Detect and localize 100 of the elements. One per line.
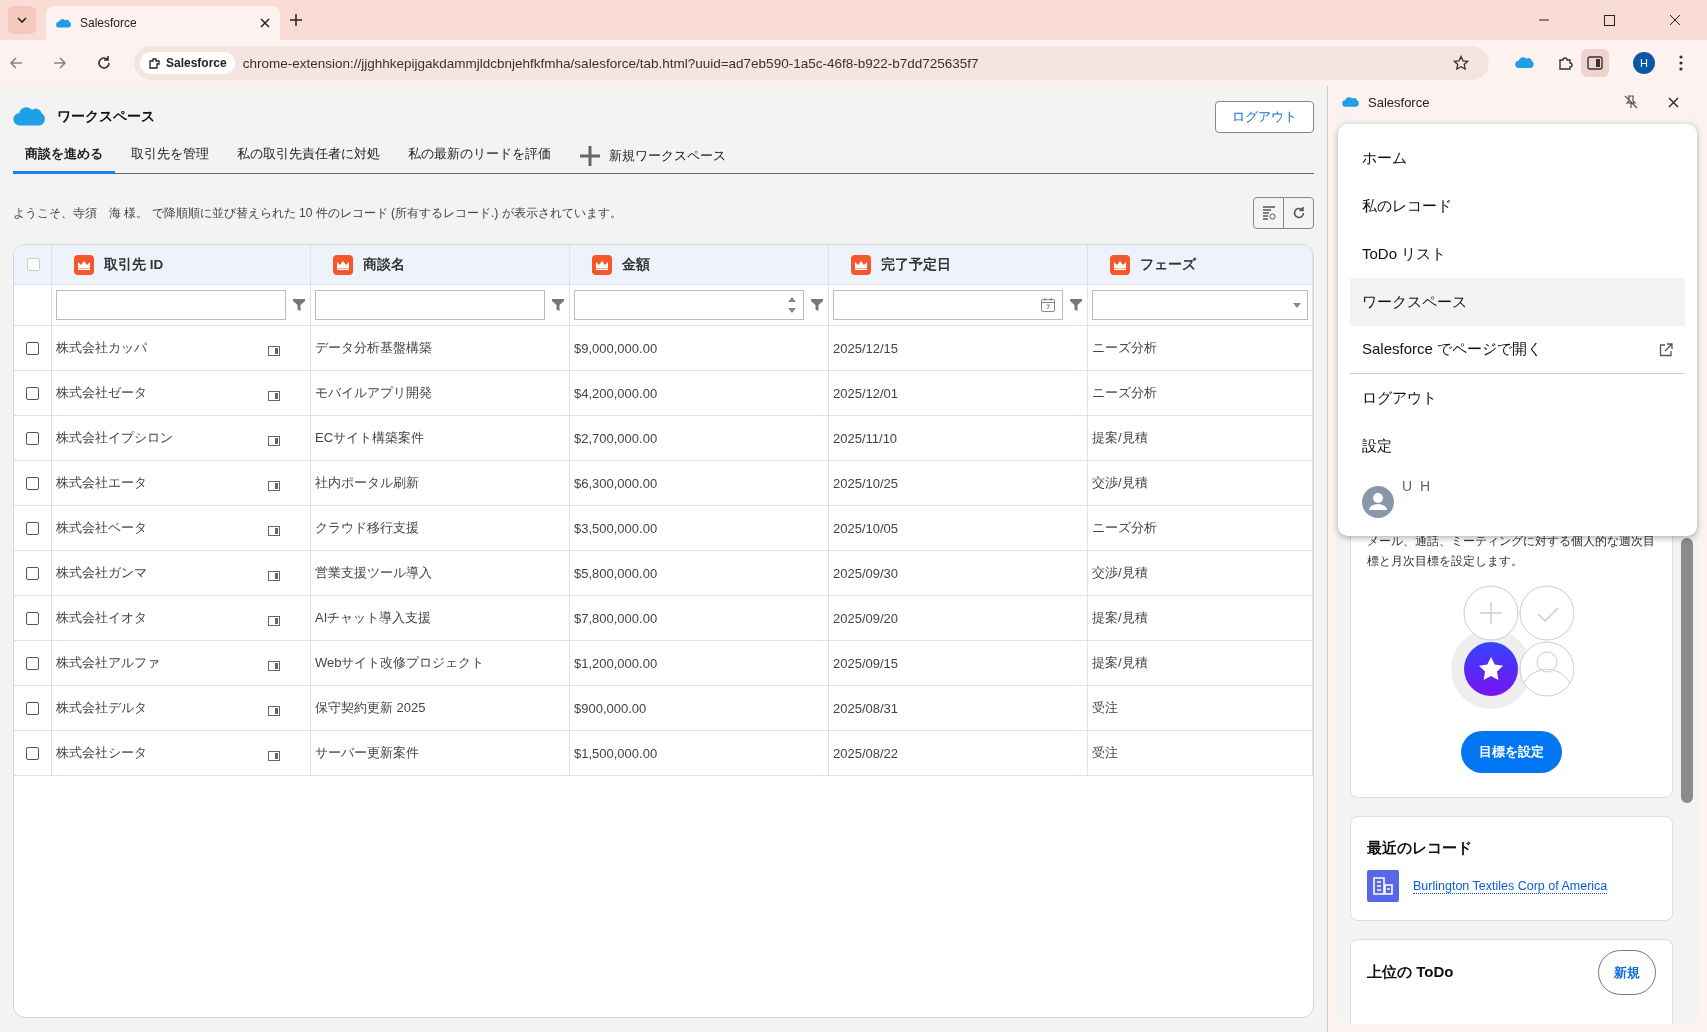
- star-icon[interactable]: [1453, 55, 1469, 71]
- table-cell: $1,500,000.00: [574, 745, 658, 761]
- table-cell: 2025/10/05: [833, 520, 899, 536]
- row-checkbox[interactable]: [26, 521, 39, 535]
- row-checkbox[interactable]: [26, 476, 39, 490]
- table-cell: 株式会社エータ: [56, 474, 147, 492]
- record-link[interactable]: Burlington Textiles Corp of America: [1413, 878, 1608, 894]
- menu-item[interactable]: ログアウト: [1350, 374, 1685, 422]
- maximize-icon[interactable]: [1604, 14, 1615, 26]
- menu-item[interactable]: 私のレコード: [1350, 182, 1685, 230]
- filter-input[interactable]: [315, 290, 545, 320]
- site-chip[interactable]: Salesforce: [140, 52, 235, 74]
- column-settings-button[interactable]: [1253, 197, 1284, 229]
- menu-item[interactable]: ToDo リスト: [1350, 230, 1685, 278]
- tab-list-button[interactable]: [8, 6, 36, 34]
- table-cell: 受注: [1092, 744, 1118, 762]
- row-checkbox[interactable]: [26, 386, 39, 400]
- column-header[interactable]: 取引先 ID: [52, 245, 311, 285]
- profile-avatar[interactable]: H: [1633, 52, 1655, 74]
- table-cell: ECサイト構築案件: [315, 429, 425, 447]
- new-todo-button[interactable]: 新規: [1598, 950, 1656, 995]
- table-cell: $2,700,000.00: [574, 430, 658, 446]
- logout-button[interactable]: ログアウト: [1215, 101, 1314, 133]
- close-icon[interactable]: [260, 18, 270, 28]
- preview-icon[interactable]: [268, 481, 280, 491]
- cloud-logo-icon: [1342, 95, 1360, 109]
- workspace-tab[interactable]: 私の最新のリードを評価: [396, 145, 563, 174]
- row-checkbox[interactable]: [26, 746, 39, 760]
- preview-icon[interactable]: [268, 706, 280, 716]
- preview-icon[interactable]: [268, 616, 280, 626]
- set-goals-button[interactable]: 目標を設定: [1461, 731, 1562, 773]
- filter-icon[interactable]: [292, 298, 306, 312]
- scrollbar-thumb[interactable]: [1681, 538, 1693, 803]
- dropdown-caret-icon[interactable]: [1293, 302, 1301, 308]
- forward-icon[interactable]: [52, 55, 68, 71]
- menu-item[interactable]: ワークスペース: [1350, 278, 1685, 326]
- table-cell: Webサイト改修プロジェクト: [315, 654, 485, 672]
- back-icon[interactable]: [8, 55, 24, 71]
- filter-icon[interactable]: [1069, 298, 1083, 312]
- preview-icon[interactable]: [268, 526, 280, 536]
- panel-title: Salesforce: [1368, 94, 1430, 110]
- crown-icon: [851, 254, 871, 275]
- row-checkbox[interactable]: [26, 431, 39, 445]
- close-icon[interactable]: [1669, 14, 1681, 26]
- column-header[interactable]: 商談名: [311, 245, 570, 285]
- refresh-icon: [1291, 206, 1306, 220]
- column-header[interactable]: 金額: [570, 245, 829, 285]
- table-cell: $5,800,000.00: [574, 565, 658, 581]
- unpin-icon[interactable]: [1624, 95, 1638, 109]
- refresh-button[interactable]: [1283, 197, 1314, 229]
- filter-icon[interactable]: [810, 298, 824, 312]
- date-filter-input[interactable]: [833, 290, 1063, 320]
- url-text: chrome-extension://jjghhkepijgakdammjldcbnjehfkfmha/salesforce/tab.html?uuid=ad7eb590-1a5c-46f8-b922-b7dd725635f7: [242, 55, 979, 71]
- crown-icon: [333, 254, 353, 275]
- address-bar[interactable]: Salesforce chrome-extension://jjghhkepijgakdammjldcbnjehfkfmha/salesforce/tab.html?uuid=ad7eb590-1a5c-46f8-b922-b7dd725635f7: [134, 46, 1489, 80]
- select-all-checkbox[interactable]: [27, 258, 40, 271]
- preview-icon[interactable]: [268, 346, 280, 356]
- new-tab-icon[interactable]: [290, 14, 302, 26]
- table-cell: 社内ポータル刷新: [315, 474, 419, 492]
- chevron-down-icon[interactable]: [17, 17, 27, 23]
- row-checkbox[interactable]: [26, 341, 39, 355]
- workspace-tab[interactable]: 取引先を管理: [119, 145, 221, 174]
- menu-item[interactable]: ホーム: [1350, 134, 1685, 182]
- browser-tab[interactable]: Salesforce: [46, 6, 280, 40]
- preview-icon[interactable]: [268, 571, 280, 581]
- preview-icon[interactable]: [268, 751, 280, 761]
- close-icon[interactable]: [1668, 96, 1679, 108]
- filter-icon[interactable]: [551, 298, 565, 312]
- card-title: 上位の ToDo: [1367, 963, 1454, 982]
- table-cell: $900,000.00: [574, 700, 647, 716]
- workspace-tab[interactable]: 私の取引先責任者に対処: [225, 145, 392, 174]
- table-cell: 株式会社ゼータ: [56, 384, 147, 402]
- puzzle-icon[interactable]: [1557, 55, 1573, 71]
- row-checkbox[interactable]: [26, 566, 39, 580]
- row-checkbox[interactable]: [26, 656, 39, 670]
- spinner-icon[interactable]: [787, 295, 797, 315]
- calendar-icon[interactable]: [1040, 297, 1056, 313]
- table-cell: 2025/08/31: [833, 700, 899, 716]
- table-cell: 株式会社アルファ: [56, 654, 160, 672]
- preview-icon[interactable]: [268, 391, 280, 401]
- workspace-tab[interactable]: 商談を進める: [13, 145, 115, 174]
- side-panel-icon[interactable]: [1581, 49, 1609, 77]
- menu-item[interactable]: Salesforce でページで開く: [1350, 326, 1685, 374]
- table-cell: 株式会社カッパ: [56, 339, 147, 357]
- table-cell: 株式会社ベータ: [56, 519, 147, 537]
- reload-icon[interactable]: [96, 55, 112, 71]
- more-icon[interactable]: [1679, 55, 1683, 71]
- menu-item[interactable]: 設定: [1350, 422, 1685, 470]
- table-cell: 提案/見積: [1092, 654, 1148, 672]
- row-checkbox[interactable]: [26, 701, 39, 715]
- column-header[interactable]: フェーズ: [1088, 245, 1313, 285]
- preview-icon[interactable]: [268, 661, 280, 671]
- table-cell: ニーズ分析: [1092, 384, 1157, 402]
- new-workspace-tab[interactable]: 新規ワークスペース: [567, 145, 738, 173]
- column-header[interactable]: 完了予定日: [829, 245, 1088, 285]
- preview-icon[interactable]: [268, 436, 280, 446]
- row-checkbox[interactable]: [26, 611, 39, 625]
- table-cell: 2025/09/20: [833, 610, 899, 626]
- filter-input[interactable]: [56, 290, 286, 320]
- number-filter-input[interactable]: [574, 290, 804, 320]
